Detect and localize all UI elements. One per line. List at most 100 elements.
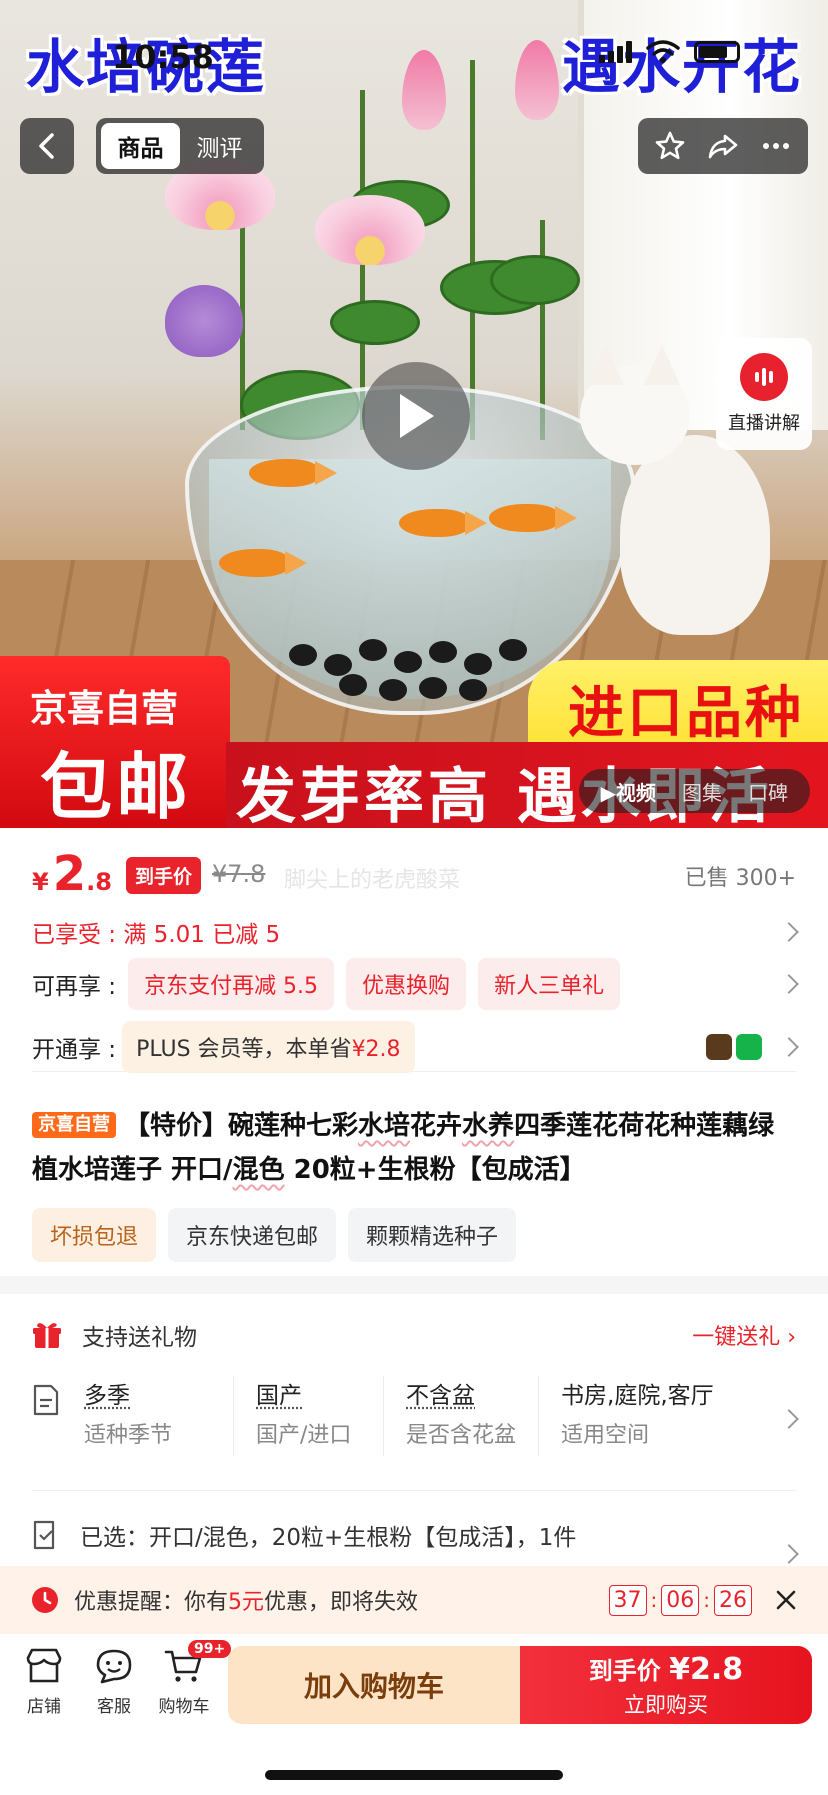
play-icon xyxy=(400,394,434,438)
spec-value: 不含盆 xyxy=(406,1376,516,1416)
goldfish xyxy=(399,509,487,537)
clock-icon xyxy=(32,1587,58,1613)
spec-item[interactable]: 不含盆 是否含花盆 xyxy=(384,1376,540,1456)
goldfish xyxy=(489,504,577,532)
cart-button[interactable]: 99+ 购物车 xyxy=(144,1640,232,1717)
buy-now-button[interactable]: 到手价 ¥2.8 立即购买 xyxy=(520,1646,812,1724)
title-part: 花卉 xyxy=(410,1111,463,1141)
pebble xyxy=(379,679,407,701)
favorite-button[interactable] xyxy=(648,124,692,168)
title-part: 20粒+生根粉【包成活】 xyxy=(284,1155,586,1185)
top-actions xyxy=(638,118,808,174)
plus-pill[interactable]: PLUS 会员等，本单省¥2.8 xyxy=(122,1020,415,1073)
pebble xyxy=(499,639,527,661)
price-decimal: .8 xyxy=(86,868,112,896)
goldfish xyxy=(219,549,307,577)
plus-member-row[interactable]: 开通享 : PLUS 会员等，本单省¥2.8 xyxy=(32,1020,799,1073)
gift-row[interactable]: 支持送礼物 一键送礼 › xyxy=(32,1312,796,1358)
gift-icon xyxy=(33,1323,61,1348)
spec-value: 书房,庭院,客厅 xyxy=(561,1383,714,1409)
store-label: 店铺 xyxy=(27,1697,61,1717)
service-tags: 坏损包退 京东快递包邮 颗颗精选种子 xyxy=(32,1208,796,1262)
timer-hours: 37 xyxy=(608,1584,647,1616)
spec-key: 适种季节 xyxy=(84,1423,173,1448)
add-to-cart-button[interactable]: 加入购物车 xyxy=(228,1646,520,1724)
service-tag[interactable]: 颗颗精选种子 xyxy=(348,1208,517,1262)
customer-service-button[interactable]: 客服 xyxy=(74,1648,154,1717)
reminder-text: 优惠提醒：你有5元优惠，即将失效 xyxy=(74,1584,418,1616)
promo-jingxi-badge: 京喜自营 包邮 xyxy=(0,656,230,828)
plus-amount: ¥2.8 xyxy=(351,1036,401,1062)
buy-price: ¥2.8 xyxy=(669,1652,744,1687)
coupon-reminder-bar[interactable]: 优惠提醒：你有5元优惠，即将失效 37 : 06 : 26 xyxy=(0,1566,828,1634)
media-tab-gallery[interactable]: 图集 xyxy=(672,771,732,812)
close-icon[interactable] xyxy=(774,1588,798,1612)
goldfish xyxy=(249,459,337,487)
discount-pill[interactable]: 优惠换购 xyxy=(346,958,467,1010)
discount-pill[interactable]: 新人三单礼 xyxy=(478,958,621,1010)
service-tag[interactable]: 坏损包退 xyxy=(32,1208,157,1262)
final-price: ¥ 2 .8 xyxy=(32,846,112,902)
more-button[interactable] xyxy=(754,124,798,168)
discount-pill[interactable]: 京东支付再减 5.5 xyxy=(128,958,335,1010)
home-indicator[interactable] xyxy=(265,1770,563,1780)
section-divider xyxy=(0,1276,828,1294)
pebble xyxy=(429,641,457,663)
lotus-bud xyxy=(515,40,559,120)
timer-minutes: 06 xyxy=(661,1584,700,1616)
lotus-stem xyxy=(470,60,475,440)
spec-item[interactable]: 国产 国产/进口 xyxy=(234,1376,384,1456)
send-gift-link[interactable]: 一键送礼 › xyxy=(692,1319,796,1351)
live-explain-button[interactable]: 直播讲解 xyxy=(716,338,812,450)
reminder-suffix: 优惠，即将失效 xyxy=(264,1590,419,1615)
timer-separator: : xyxy=(703,1588,710,1612)
media-tab-video[interactable]: ▶视频 xyxy=(591,771,666,812)
cart-count-badge: 99+ xyxy=(188,1640,232,1658)
store-button[interactable]: 店铺 xyxy=(4,1648,84,1717)
enjoyed-discount-row[interactable]: 已享受 : 满 5.01 已减 5 xyxy=(32,912,799,952)
product-page: 水培碗莲 遇水开花 10:58 商品 测评 直播讲解 京喜自营 包邮 进口品种 … xyxy=(0,0,828,1795)
service-tag[interactable]: 京东快递包邮 xyxy=(168,1208,337,1262)
page-tabs: 商品 测评 xyxy=(96,118,264,174)
title-keyword[interactable]: 水培 xyxy=(358,1111,410,1141)
document-icon xyxy=(33,1384,59,1416)
star-icon xyxy=(656,131,685,160)
status-time: 10:58 xyxy=(112,38,214,76)
bottom-action-bar: 店铺 客服 99+ 购物车 加入购物车 到手价 ¥2.8 立即购买 xyxy=(0,1634,828,1740)
price-integer: 2 xyxy=(52,846,87,902)
chevron-right-icon xyxy=(779,1409,799,1429)
play-video-button[interactable] xyxy=(362,362,470,470)
title-keyword[interactable]: 水养 xyxy=(462,1111,514,1141)
spec-row[interactable]: 多季 适种季节 国产 国产/进口 不含盆 是否含花盆 书房,庭院,客厅 适用空间 xyxy=(32,1376,799,1466)
spec-key: 是否含花盆 xyxy=(406,1423,517,1448)
share-icon xyxy=(708,134,738,159)
spec-columns: 多季 适种季节 国产 国产/进口 不含盆 是否含花盆 书房,庭院,客厅 适用空间 xyxy=(84,1376,756,1456)
gift-label: 支持送礼物 xyxy=(82,1325,197,1351)
tab-review[interactable]: 测评 xyxy=(180,123,259,169)
tab-product[interactable]: 商品 xyxy=(101,123,180,169)
service-label: 客服 xyxy=(97,1697,131,1717)
product-hero-image[interactable]: 水培碗莲 遇水开花 10:58 商品 测评 直播讲解 京喜自营 包邮 进口品种 … xyxy=(0,0,828,828)
chat-smile-icon xyxy=(96,1649,132,1684)
pebble xyxy=(394,651,422,673)
chevron-right-icon xyxy=(779,922,799,942)
timer-separator: : xyxy=(650,1588,658,1612)
enjoyed-discount-text: 已享受 : 满 5.01 已减 5 xyxy=(32,922,281,948)
promo-left-line1: 京喜自营 xyxy=(30,687,178,730)
crown-icon xyxy=(706,1034,732,1060)
back-button[interactable] xyxy=(20,118,74,174)
promo-left-line2: 包邮 xyxy=(40,745,193,828)
spec-value: 多季 xyxy=(84,1376,211,1416)
pebble xyxy=(464,653,492,675)
selected-variant-row[interactable]: 已选：开口/混色，20粒+生根粉【包成活】，1件 xyxy=(32,1490,799,1564)
spec-item[interactable]: 书房,庭院,客厅 适用空间 xyxy=(539,1376,736,1456)
title-keyword[interactable]: 混色 xyxy=(233,1155,285,1185)
spec-value-text: 不含盆 xyxy=(406,1383,475,1409)
spec-item[interactable]: 多季 适种季节 xyxy=(84,1376,234,1456)
wifi-icon xyxy=(646,40,680,63)
media-tab-reviews[interactable]: 口碑 xyxy=(738,771,798,812)
share-button[interactable] xyxy=(701,124,745,168)
cat-ear xyxy=(588,345,624,385)
pebble xyxy=(419,677,447,699)
more-discounts-row[interactable]: 可再享 : 京东支付再减 5.5 优惠换购 新人三单礼 xyxy=(32,958,799,1010)
